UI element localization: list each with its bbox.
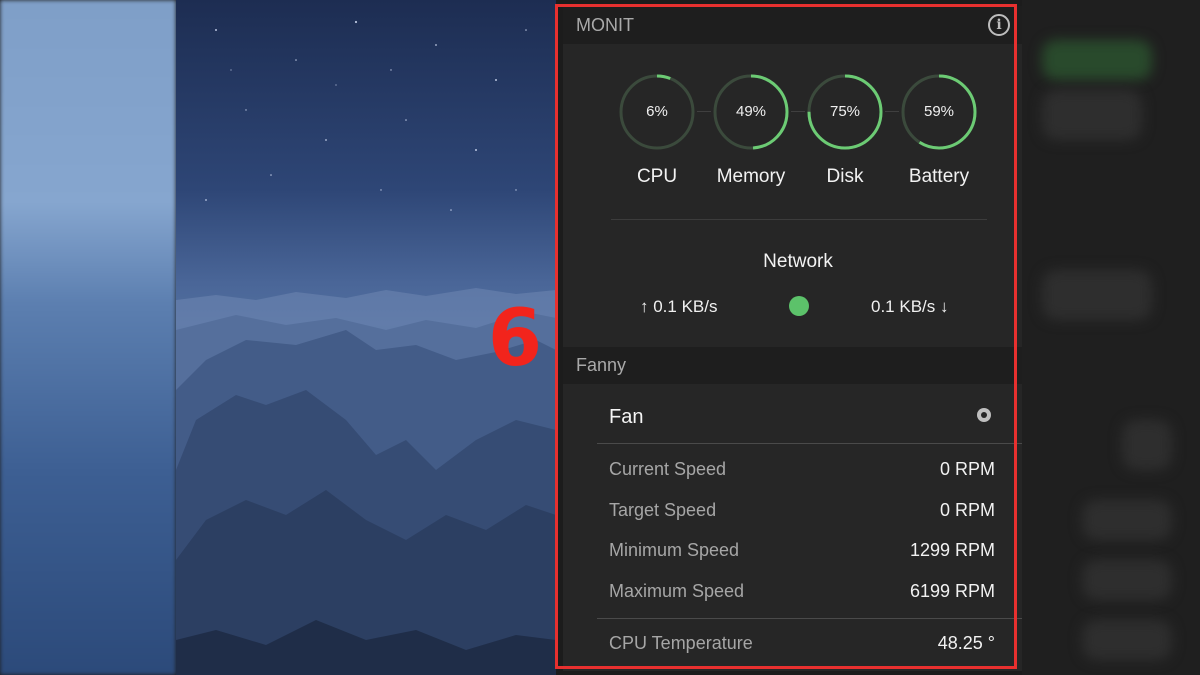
minimum-speed-label: Minimum Speed (609, 540, 740, 560)
network-status-dot (789, 296, 809, 316)
cpu-temperature-label: CPU Temperature (609, 633, 753, 653)
minimum-speed-row: Minimum Speed 1299 RPM (609, 540, 995, 564)
cpu-label: CPU (636, 166, 678, 187)
minimum-speed-value: 1299 RPM (909, 540, 995, 560)
current-speed-label: Current Speed (609, 459, 727, 479)
cpu-temperature-row: CPU Temperature 48.25 ° (609, 633, 995, 657)
divider (611, 219, 987, 220)
battery-gauge[interactable]: 59% Battery (899, 72, 979, 188)
disk-value: 75% (829, 103, 861, 120)
blurred-background-right (1022, 0, 1200, 675)
network-upload-rate: ↑ 0.1 KB/s (640, 297, 718, 316)
battery-label: Battery (908, 166, 970, 187)
monit-header: MONIT i (563, 6, 1022, 44)
blurred-background-left (0, 0, 176, 675)
gauge-connector (791, 111, 805, 112)
disk-gauge[interactable]: 75% Disk (805, 72, 885, 188)
battery-value: 59% (923, 103, 955, 120)
memory-gauge[interactable]: 49% Memory (711, 72, 791, 188)
cpu-temperature-value: 48.25 ° (937, 633, 995, 653)
gauge-connector (697, 111, 711, 112)
info-icon[interactable]: i (988, 14, 1010, 36)
system-gauges: 6% CPU 49% Memory 75% Disk 59% Battery (617, 72, 977, 192)
gauge-connector (885, 111, 899, 112)
fanny-header: Fanny (563, 347, 1022, 384)
memory-label: Memory (716, 166, 786, 187)
divider (597, 443, 1022, 444)
current-speed-value: 0 RPM (939, 459, 995, 479)
current-speed-row: Current Speed 0 RPM (609, 459, 995, 483)
target-speed-row: Target Speed 0 RPM (609, 500, 995, 524)
network-title: Network (763, 251, 833, 272)
maximum-speed-row: Maximum Speed 6199 RPM (609, 581, 995, 605)
step-number-label: 6 (487, 294, 543, 384)
cpu-value: 6% (646, 103, 668, 120)
cpu-gauge[interactable]: 6% CPU (617, 72, 697, 188)
fan-title: Fan (609, 406, 644, 428)
maximum-speed-label: Maximum Speed (609, 581, 745, 601)
target-speed-value: 0 RPM (939, 500, 995, 520)
app-title: MONIT (576, 15, 634, 35)
monit-panel: MONIT i 6% CPU 49% Memory 75% Disk 59% B… (563, 6, 1022, 671)
target-speed-label: Target Speed (609, 500, 717, 520)
divider (597, 618, 1022, 619)
fanny-section-title: Fanny (576, 355, 627, 375)
maximum-speed-value: 6199 RPM (909, 581, 995, 601)
disk-label: Disk (826, 166, 864, 187)
memory-value: 49% (735, 103, 767, 120)
radio-icon[interactable] (977, 408, 991, 422)
network-download-rate: 0.1 KB/s ↓ (871, 297, 949, 316)
